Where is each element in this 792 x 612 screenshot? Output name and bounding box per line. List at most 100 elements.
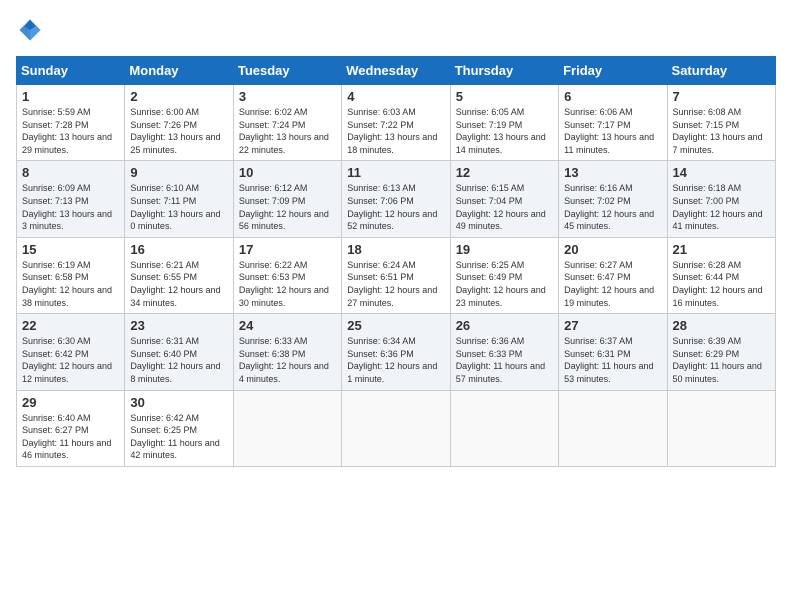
calendar-cell: 10 Sunrise: 6:12 AM Sunset: 7:09 PM Dayli…	[233, 161, 341, 237]
calendar-cell: 16 Sunrise: 6:21 AM Sunset: 6:55 PM Dayli…	[125, 237, 233, 313]
calendar-cell: 24Sunrise: 6:33 AM Sunset: 6:38 PM Dayli…	[233, 314, 341, 390]
cell-sun-info: Sunrise: 6:31 AM Sunset: 6:40 PM Dayligh…	[130, 335, 227, 385]
day-number: 7	[673, 89, 770, 104]
day-number: 10	[239, 165, 336, 180]
cell-sun-info: Sunrise: 6:25 AM Sunset: 6:49 PM Dayligh…	[456, 259, 553, 309]
logo-icon	[16, 16, 44, 44]
calendar-cell: 4 Sunrise: 6:03 AM Sunset: 7:22 PM Daylig…	[342, 85, 450, 161]
day-number: 13	[564, 165, 661, 180]
calendar-cell: 25Sunrise: 6:34 AM Sunset: 6:36 PM Dayli…	[342, 314, 450, 390]
day-number: 11	[347, 165, 444, 180]
cell-sun-info: Sunrise: 6:36 AM Sunset: 6:33 PM Dayligh…	[456, 335, 553, 385]
cell-sun-info: Sunrise: 6:00 AM Sunset: 7:26 PM Dayligh…	[130, 106, 227, 156]
calendar-day-header: Saturday	[667, 57, 775, 85]
page-header	[16, 16, 776, 44]
calendar-cell: 19 Sunrise: 6:25 AM Sunset: 6:49 PM Dayli…	[450, 237, 558, 313]
calendar-cell: 3 Sunrise: 6:02 AM Sunset: 7:24 PM Daylig…	[233, 85, 341, 161]
calendar-day-header: Wednesday	[342, 57, 450, 85]
day-number: 20	[564, 242, 661, 257]
calendar-day-header: Friday	[559, 57, 667, 85]
cell-sun-info: Sunrise: 6:39 AM Sunset: 6:29 PM Dayligh…	[673, 335, 770, 385]
cell-sun-info: Sunrise: 6:02 AM Sunset: 7:24 PM Dayligh…	[239, 106, 336, 156]
cell-sun-info: Sunrise: 6:06 AM Sunset: 7:17 PM Dayligh…	[564, 106, 661, 156]
day-number: 27	[564, 318, 661, 333]
calendar-cell: 29 Sunrise: 6:40 AM Sunset: 6:27 PM Dayli…	[17, 390, 125, 466]
cell-sun-info: Sunrise: 6:09 AM Sunset: 7:13 PM Dayligh…	[22, 182, 119, 232]
calendar-day-header: Thursday	[450, 57, 558, 85]
cell-sun-info: Sunrise: 6:03 AM Sunset: 7:22 PM Dayligh…	[347, 106, 444, 156]
cell-sun-info: Sunrise: 6:16 AM Sunset: 7:02 PM Dayligh…	[564, 182, 661, 232]
day-number: 18	[347, 242, 444, 257]
calendar-cell: 14Sunrise: 6:18 AM Sunset: 7:00 PM Dayli…	[667, 161, 775, 237]
day-number: 21	[673, 242, 770, 257]
day-number: 19	[456, 242, 553, 257]
cell-sun-info: Sunrise: 6:30 AM Sunset: 6:42 PM Dayligh…	[22, 335, 119, 385]
day-number: 22	[22, 318, 119, 333]
cell-sun-info: Sunrise: 5:59 AM Sunset: 7:28 PM Dayligh…	[22, 106, 119, 156]
day-number: 16	[130, 242, 227, 257]
calendar-day-header: Tuesday	[233, 57, 341, 85]
calendar-week-row: 29 Sunrise: 6:40 AM Sunset: 6:27 PM Dayli…	[17, 390, 776, 466]
cell-sun-info: Sunrise: 6:42 AM Sunset: 6:25 PM Dayligh…	[130, 412, 227, 462]
cell-sun-info: Sunrise: 6:24 AM Sunset: 6:51 PM Dayligh…	[347, 259, 444, 309]
calendar-cell: 6 Sunrise: 6:06 AM Sunset: 7:17 PM Daylig…	[559, 85, 667, 161]
calendar-cell: 13 Sunrise: 6:16 AM Sunset: 7:02 PM Dayli…	[559, 161, 667, 237]
calendar-cell	[450, 390, 558, 466]
calendar-cell: 28 Sunrise: 6:39 AM Sunset: 6:29 PM Dayli…	[667, 314, 775, 390]
cell-sun-info: Sunrise: 6:21 AM Sunset: 6:55 PM Dayligh…	[130, 259, 227, 309]
calendar-cell	[342, 390, 450, 466]
calendar-cell: 17 Sunrise: 6:22 AM Sunset: 6:53 PM Dayli…	[233, 237, 341, 313]
cell-sun-info: Sunrise: 6:15 AM Sunset: 7:04 PM Dayligh…	[456, 182, 553, 232]
cell-sun-info: Sunrise: 6:19 AM Sunset: 6:58 PM Dayligh…	[22, 259, 119, 309]
day-number: 8	[22, 165, 119, 180]
cell-sun-info: Sunrise: 6:13 AM Sunset: 7:06 PM Dayligh…	[347, 182, 444, 232]
calendar-cell: 11 Sunrise: 6:13 AM Sunset: 7:06 PM Dayli…	[342, 161, 450, 237]
calendar-week-row: 8 Sunrise: 6:09 AM Sunset: 7:13 PM Daylig…	[17, 161, 776, 237]
calendar-week-row: 22 Sunrise: 6:30 AM Sunset: 6:42 PM Dayli…	[17, 314, 776, 390]
cell-sun-info: Sunrise: 6:22 AM Sunset: 6:53 PM Dayligh…	[239, 259, 336, 309]
day-number: 26	[456, 318, 553, 333]
day-number: 9	[130, 165, 227, 180]
day-number: 5	[456, 89, 553, 104]
calendar-cell	[559, 390, 667, 466]
cell-sun-info: Sunrise: 6:37 AM Sunset: 6:31 PM Dayligh…	[564, 335, 661, 385]
day-number: 6	[564, 89, 661, 104]
calendar-day-header: Monday	[125, 57, 233, 85]
cell-sun-info: Sunrise: 6:27 AM Sunset: 6:47 PM Dayligh…	[564, 259, 661, 309]
day-number: 23	[130, 318, 227, 333]
day-number: 4	[347, 89, 444, 104]
day-number: 30	[130, 395, 227, 410]
logo	[16, 16, 48, 44]
calendar-cell	[667, 390, 775, 466]
calendar-body: 1 Sunrise: 5:59 AM Sunset: 7:28 PM Daylig…	[17, 85, 776, 467]
day-number: 12	[456, 165, 553, 180]
calendar-cell: 9 Sunrise: 6:10 AM Sunset: 7:11 PM Daylig…	[125, 161, 233, 237]
calendar-cell: 26 Sunrise: 6:36 AM Sunset: 6:33 PM Dayli…	[450, 314, 558, 390]
day-number: 29	[22, 395, 119, 410]
calendar-cell	[233, 390, 341, 466]
calendar-cell: 5Sunrise: 6:05 AM Sunset: 7:19 PM Daylig…	[450, 85, 558, 161]
cell-sun-info: Sunrise: 6:28 AM Sunset: 6:44 PM Dayligh…	[673, 259, 770, 309]
cell-sun-info: Sunrise: 6:12 AM Sunset: 7:09 PM Dayligh…	[239, 182, 336, 232]
day-number: 1	[22, 89, 119, 104]
calendar-cell: 18 Sunrise: 6:24 AM Sunset: 6:51 PM Dayli…	[342, 237, 450, 313]
calendar-cell: 20 Sunrise: 6:27 AM Sunset: 6:47 PM Dayli…	[559, 237, 667, 313]
calendar-week-row: 1 Sunrise: 5:59 AM Sunset: 7:28 PM Daylig…	[17, 85, 776, 161]
calendar-cell: 22 Sunrise: 6:30 AM Sunset: 6:42 PM Dayli…	[17, 314, 125, 390]
calendar-cell: 12 Sunrise: 6:15 AM Sunset: 7:04 PM Dayli…	[450, 161, 558, 237]
calendar-header-row: SundayMondayTuesdayWednesdayThursdayFrid…	[17, 57, 776, 85]
day-number: 17	[239, 242, 336, 257]
day-number: 24	[239, 318, 336, 333]
day-number: 28	[673, 318, 770, 333]
calendar-cell: 2Sunrise: 6:00 AM Sunset: 7:26 PM Daylig…	[125, 85, 233, 161]
day-number: 3	[239, 89, 336, 104]
cell-sun-info: Sunrise: 6:34 AM Sunset: 6:36 PM Dayligh…	[347, 335, 444, 385]
calendar-cell: 7 Sunrise: 6:08 AM Sunset: 7:15 PM Daylig…	[667, 85, 775, 161]
calendar-cell: 27 Sunrise: 6:37 AM Sunset: 6:31 PM Dayli…	[559, 314, 667, 390]
cell-sun-info: Sunrise: 6:10 AM Sunset: 7:11 PM Dayligh…	[130, 182, 227, 232]
calendar-cell: 8 Sunrise: 6:09 AM Sunset: 7:13 PM Daylig…	[17, 161, 125, 237]
cell-sun-info: Sunrise: 6:40 AM Sunset: 6:27 PM Dayligh…	[22, 412, 119, 462]
calendar-table: SundayMondayTuesdayWednesdayThursdayFrid…	[16, 56, 776, 467]
calendar-cell: 30 Sunrise: 6:42 AM Sunset: 6:25 PM Dayli…	[125, 390, 233, 466]
cell-sun-info: Sunrise: 6:08 AM Sunset: 7:15 PM Dayligh…	[673, 106, 770, 156]
